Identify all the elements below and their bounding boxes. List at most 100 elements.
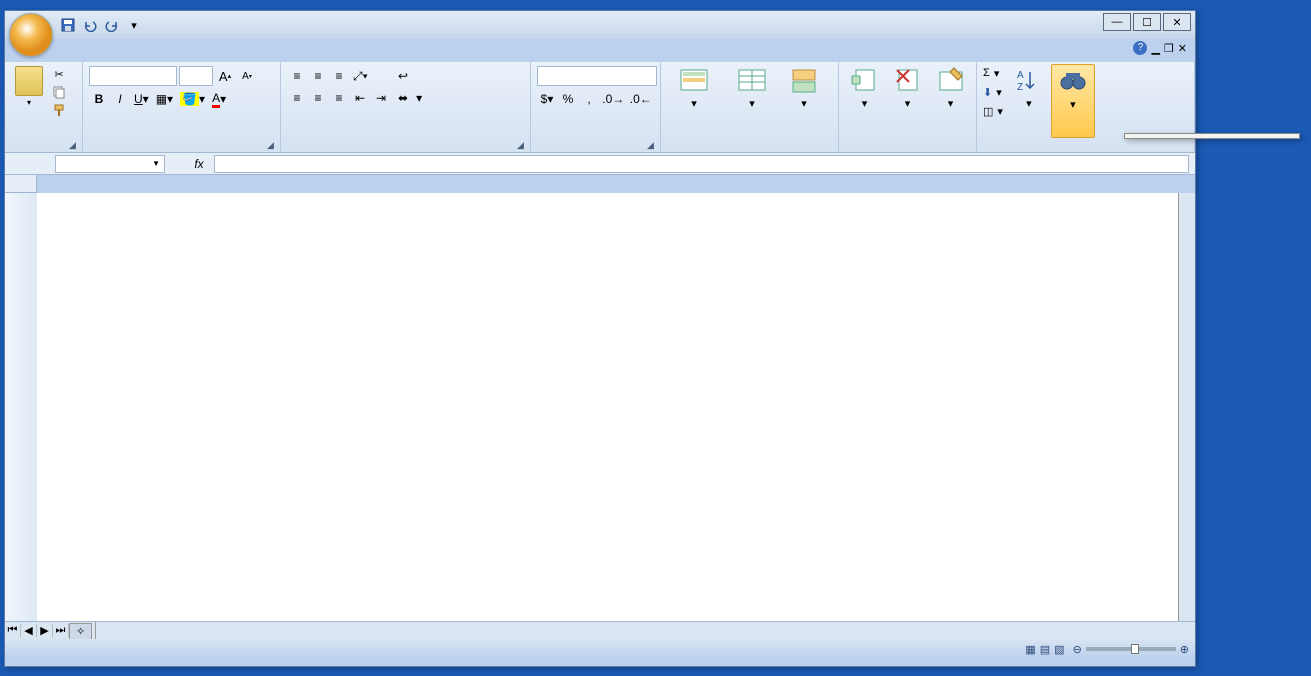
qat-customize-icon[interactable]: ▾: [125, 16, 143, 34]
sheet-nav-next-icon[interactable]: ▶: [37, 624, 53, 637]
doc-minimize-icon[interactable]: ▁: [1151, 42, 1159, 55]
close-button[interactable]: ✕: [1163, 13, 1191, 31]
select-all-corner[interactable]: [5, 175, 37, 193]
zoom-slider[interactable]: [1086, 647, 1176, 651]
align-right-icon[interactable]: ≡: [329, 88, 349, 108]
minimize-button[interactable]: —: [1103, 13, 1131, 31]
sort-filter-button[interactable]: AZ▾: [1007, 64, 1051, 138]
align-bottom-icon[interactable]: ≡: [329, 66, 349, 86]
table-icon: [737, 66, 767, 96]
merge-icon: ⬌: [398, 91, 408, 105]
zoom-in-icon[interactable]: ⊕: [1180, 643, 1189, 656]
find-select-button[interactable]: ▾: [1051, 64, 1095, 138]
save-icon[interactable]: [59, 16, 77, 34]
currency-icon[interactable]: $▾: [537, 89, 557, 109]
font-color-icon[interactable]: A▾: [209, 89, 229, 109]
doc-close-icon[interactable]: ✕: [1178, 42, 1187, 55]
titlebar: ▾ — ☐ ✕: [5, 11, 1195, 39]
ribbon-tabs: ? ▁ ❐ ✕: [57, 39, 1195, 61]
paste-icon: [15, 66, 43, 96]
decrease-font-icon[interactable]: A▾: [237, 66, 257, 86]
new-sheet-button[interactable]: ✧: [69, 623, 92, 639]
help-icon[interactable]: ?: [1133, 41, 1147, 55]
status-bar: ▦ ▤ ▧ ⊖ ⊕: [5, 639, 1195, 659]
view-layout-icon[interactable]: ▤: [1040, 643, 1050, 656]
font-size-select[interactable]: [179, 66, 213, 86]
delete-cells-button[interactable]: ▾: [886, 64, 929, 138]
orientation-icon[interactable]: ⤢▾: [350, 66, 371, 86]
view-normal-icon[interactable]: ▦: [1025, 643, 1035, 656]
sheet-tab-bar: ⏮ ◀ ▶ ⏭ ✧: [5, 621, 1195, 639]
wrap-icon: ↩: [398, 69, 408, 83]
formula-bar: ▼ fx: [5, 153, 1195, 175]
office-button[interactable]: [9, 13, 53, 57]
decrease-indent-icon[interactable]: ⇤: [350, 88, 370, 108]
quick-access-toolbar: ▾: [59, 16, 143, 34]
cut-icon[interactable]: ✂: [51, 66, 67, 82]
align-left-icon[interactable]: ≡: [287, 88, 307, 108]
bold-icon[interactable]: B: [89, 89, 109, 109]
comma-icon[interactable]: ,: [579, 89, 599, 109]
conditional-formatting-button[interactable]: ▾: [665, 64, 723, 138]
horizontal-scrollbar[interactable]: [95, 622, 1195, 639]
border-icon[interactable]: ▦▾: [153, 89, 176, 109]
increase-font-icon[interactable]: A▴: [215, 66, 235, 86]
cells-area[interactable]: [37, 193, 1178, 621]
decrease-decimal-icon[interactable]: .0←: [628, 89, 655, 109]
sigma-icon: Σ: [983, 67, 990, 79]
doc-restore-icon[interactable]: ❐: [1164, 42, 1174, 55]
sheet-nav-last-icon[interactable]: ⏭: [53, 624, 69, 637]
format-cells-icon: [936, 66, 966, 96]
svg-text:Z: Z: [1017, 82, 1023, 93]
sheet-nav-first-icon[interactable]: ⏮: [5, 624, 21, 637]
align-center-icon[interactable]: ≡: [308, 88, 328, 108]
paste-button[interactable]: ▾: [9, 64, 49, 138]
conditional-formatting-icon: [679, 66, 709, 96]
maximize-button[interactable]: ☐: [1133, 13, 1161, 31]
font-name-select[interactable]: [89, 66, 177, 86]
wrap-text-button[interactable]: ↩: [395, 66, 505, 86]
font-dialog-icon[interactable]: ◢: [267, 140, 277, 150]
view-pagebreak-icon[interactable]: ▧: [1054, 643, 1064, 656]
sort-filter-icon: AZ: [1014, 66, 1044, 96]
underline-icon[interactable]: U▾: [131, 89, 152, 109]
zoom-out-icon[interactable]: ⊖: [1073, 643, 1082, 656]
cell-styles-icon: [789, 66, 819, 96]
format-as-table-button[interactable]: ▾: [723, 64, 781, 138]
percent-icon[interactable]: %: [558, 89, 578, 109]
name-box[interactable]: ▼: [55, 155, 165, 173]
increase-decimal-icon[interactable]: .0→: [600, 89, 627, 109]
worksheet-grid: [5, 175, 1195, 621]
align-middle-icon[interactable]: ≡: [308, 66, 328, 86]
formula-input[interactable]: [215, 155, 1189, 173]
insert-cells-icon: [850, 66, 880, 96]
fill-color-icon[interactable]: 🪣▾: [177, 89, 208, 109]
align-top-icon[interactable]: ≡: [287, 66, 307, 86]
italic-icon[interactable]: I: [110, 89, 130, 109]
vertical-scrollbar[interactable]: [1178, 193, 1195, 621]
undo-icon[interactable]: [81, 16, 99, 34]
insert-cells-button[interactable]: ▾: [843, 64, 886, 138]
format-cells-button[interactable]: ▾: [929, 64, 972, 138]
autosum-button[interactable]: Σ▾: [981, 64, 1005, 82]
copy-icon[interactable]: [51, 84, 67, 100]
fill-button[interactable]: ⬇▾: [981, 83, 1005, 101]
format-painter-icon[interactable]: [51, 102, 67, 118]
number-dialog-icon[interactable]: ◢: [647, 140, 657, 150]
increase-indent-icon[interactable]: ⇥: [371, 88, 391, 108]
svg-text:A: A: [1017, 70, 1024, 81]
ribbon: ▾ ✂ ◢ A▴ A▾ B: [5, 61, 1195, 153]
delete-cells-icon: [893, 66, 923, 96]
sheet-nav-prev-icon[interactable]: ◀: [21, 624, 37, 637]
clear-button[interactable]: ◫▾: [981, 102, 1005, 120]
fill-down-icon: ⬇: [983, 86, 992, 99]
merge-center-button[interactable]: ⬌▾: [395, 88, 525, 108]
chevron-down-icon: ▼: [152, 159, 160, 168]
number-format-select[interactable]: [537, 66, 657, 86]
clipboard-dialog-icon[interactable]: ◢: [69, 140, 79, 150]
alignment-dialog-icon[interactable]: ◢: [517, 140, 527, 150]
cell-styles-button[interactable]: ▾: [781, 64, 827, 138]
chevron-down-icon: ▾: [27, 98, 31, 107]
redo-icon[interactable]: [103, 16, 121, 34]
fx-icon[interactable]: fx: [187, 157, 211, 171]
